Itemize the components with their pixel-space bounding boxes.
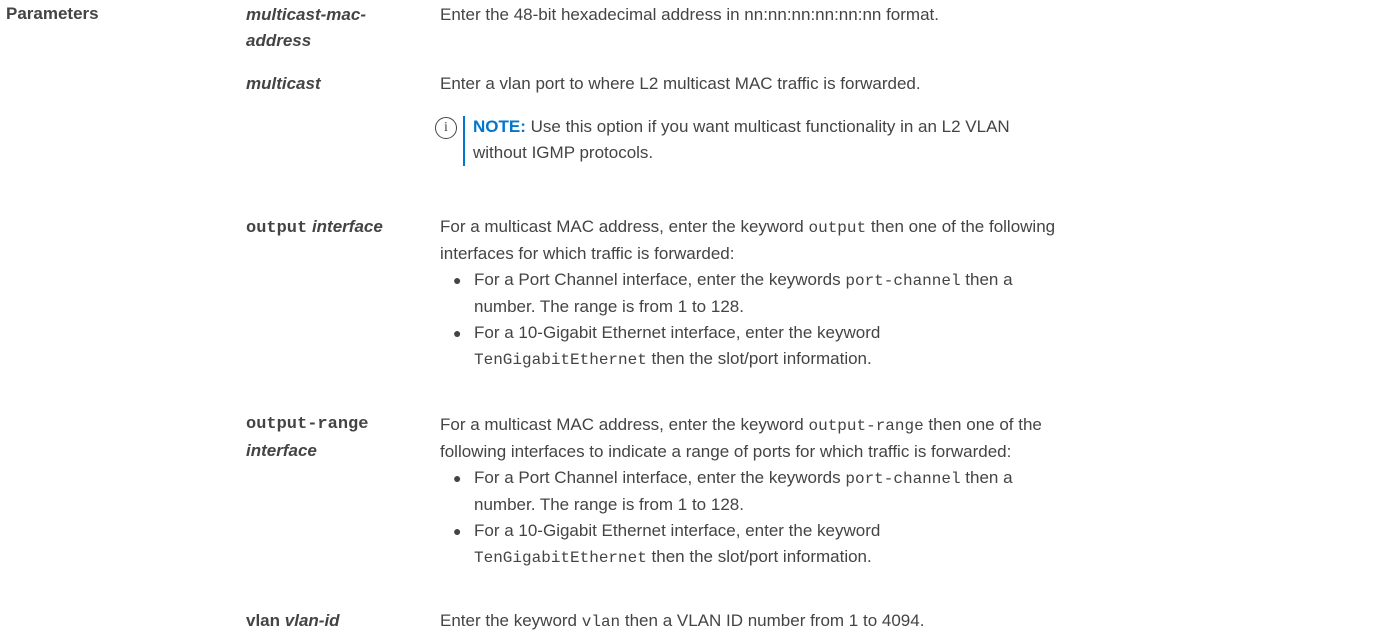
bullet-keyword: port-channel bbox=[845, 470, 961, 488]
bullet-text: number. The range is from 1 to 128. bbox=[474, 297, 744, 316]
bullet-text: then the slot/port information. bbox=[646, 349, 872, 368]
desc-keyword: vlan bbox=[581, 613, 621, 631]
param-desc-output: For a multicast MAC address, enter the k… bbox=[440, 214, 1380, 373]
bullet-text: then the slot/port information. bbox=[646, 547, 872, 566]
param-desc-multicast: Enter a vlan port to where L2 multicast … bbox=[440, 74, 921, 93]
term-variable: vlan-id bbox=[284, 611, 340, 630]
term-keyword: vlan bbox=[246, 611, 281, 630]
list-item: ● For a 10-Gigabit Ethernet interface, e… bbox=[440, 320, 1380, 373]
param-term-vlan: vlan vlan-id bbox=[246, 608, 340, 634]
info-icon: i bbox=[435, 117, 457, 139]
term-keyword: output-range bbox=[246, 415, 369, 434]
bullet-text: then a bbox=[960, 270, 1013, 289]
desc-text: then a VLAN ID number from 1 to 4094. bbox=[620, 611, 925, 630]
list-item: ● For a Port Channel interface, enter th… bbox=[440, 267, 1380, 320]
note-divider bbox=[463, 116, 465, 166]
desc-line: following interfaces to indicate a range… bbox=[440, 442, 1012, 461]
term-variable: interface bbox=[311, 217, 383, 236]
desc-line: For a multicast MAC address, enter the k… bbox=[440, 214, 1380, 241]
list-item: ● For a Port Channel interface, enter th… bbox=[440, 465, 1380, 518]
desc-keyword: output-range bbox=[808, 417, 924, 435]
note-line: Use this option if you want multicast fu… bbox=[525, 117, 1010, 136]
param-desc-multicast-mac-address: Enter the 48-bit hexadecimal address in … bbox=[440, 5, 939, 24]
desc-line: For a multicast MAC address, enter the k… bbox=[440, 412, 1380, 439]
bullet-keyword: port-channel bbox=[845, 272, 961, 290]
bullet-text: For a Port Channel interface, enter the … bbox=[474, 468, 846, 487]
bullet-icon: ● bbox=[453, 325, 462, 341]
bullet-text: then a bbox=[960, 468, 1013, 487]
param-term-output-range: output-range interface bbox=[246, 412, 368, 464]
bullet-keyword: TenGigabitEthernet bbox=[474, 549, 647, 567]
desc-text: For a multicast MAC address, enter the k… bbox=[440, 415, 809, 434]
desc-keyword: output bbox=[808, 219, 867, 237]
bullet-text: For a 10-Gigabit Ethernet interface, ent… bbox=[474, 323, 881, 342]
term-line: address bbox=[246, 31, 312, 50]
desc-line: interfaces for which traffic is forwarde… bbox=[440, 244, 735, 263]
param-desc-output-range: For a multicast MAC address, enter the k… bbox=[440, 412, 1380, 571]
bullet-list: ● For a Port Channel interface, enter th… bbox=[440, 465, 1380, 571]
bullet-icon: ● bbox=[453, 523, 462, 539]
param-term-multicast: multicast bbox=[246, 74, 321, 93]
note-text: NOTE: Use this option if you want multic… bbox=[473, 114, 1333, 166]
desc-text: then one of the bbox=[923, 415, 1042, 434]
desc-text: For a multicast MAC address, enter the k… bbox=[440, 217, 809, 236]
desc-text: then one of the following bbox=[866, 217, 1056, 236]
note-label: NOTE: bbox=[473, 117, 526, 136]
param-desc-vlan: Enter the keyword vlan then a VLAN ID nu… bbox=[440, 608, 1380, 635]
param-term-output: output interface bbox=[246, 214, 383, 242]
bullet-text: number. The range is from 1 to 128. bbox=[474, 495, 744, 514]
term-variable: interface bbox=[246, 441, 317, 460]
term-keyword: output bbox=[246, 219, 308, 238]
desc-text: Enter the keyword bbox=[440, 611, 582, 630]
list-item: ● For a 10-Gigabit Ethernet interface, e… bbox=[440, 518, 1380, 571]
bullet-icon: ● bbox=[453, 470, 462, 486]
section-label: Parameters bbox=[6, 4, 99, 23]
param-term-multicast-mac-address: multicast-mac- address bbox=[246, 2, 366, 54]
bullet-icon: ● bbox=[453, 272, 462, 288]
term-line: multicast-mac- bbox=[246, 5, 366, 24]
bullet-text: For a 10-Gigabit Ethernet interface, ent… bbox=[474, 521, 881, 540]
bullet-keyword: TenGigabitEthernet bbox=[474, 351, 647, 369]
note-line: without IGMP protocols. bbox=[473, 143, 654, 162]
bullet-text: For a Port Channel interface, enter the … bbox=[474, 270, 846, 289]
bullet-list: ● For a Port Channel interface, enter th… bbox=[440, 267, 1380, 373]
